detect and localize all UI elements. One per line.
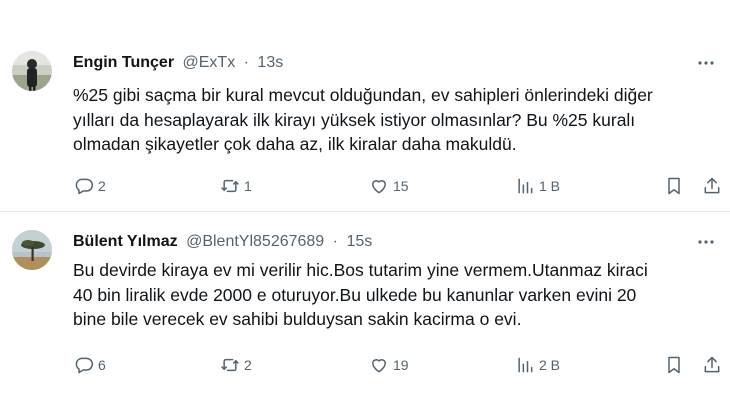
- author-handle[interactable]: @ExTx: [183, 54, 236, 71]
- tweet-text-line: Bu devirde kiraya ev mi verilir hic.Bos …: [73, 260, 648, 280]
- tweet-text-line: bine bile verecek ev sahibi bulduysan sa…: [73, 309, 522, 329]
- reply-count: 6: [98, 357, 106, 373]
- reply-icon: [75, 357, 94, 374]
- tweet-text: Bu devirde kiraya ev mi verilir hic.Bos …: [73, 258, 710, 332]
- author-name[interactable]: Engin Tunçer: [73, 54, 174, 71]
- views-icon: [518, 357, 533, 373]
- retweet-button[interactable]: 2: [220, 353, 252, 377]
- timestamp[interactable]: 15s: [346, 233, 372, 250]
- reply-icon: [75, 178, 94, 195]
- action-bar: 6 2 19 2 B: [0, 353, 730, 377]
- retweet-icon: [221, 358, 239, 372]
- retweet-count: 1: [244, 178, 252, 194]
- avatar[interactable]: [12, 230, 52, 270]
- retweet-icon: [221, 179, 239, 193]
- timestamp[interactable]: 13s: [257, 54, 283, 71]
- heart-icon: [372, 180, 386, 194]
- tweet-header: Bülent Yılmaz @BlentYl85267689 · 15s: [73, 232, 690, 252]
- tweet-header: Engin Tunçer @ExTx · 13s: [73, 53, 690, 73]
- avatar[interactable]: [12, 51, 52, 91]
- reply-count: 2: [98, 178, 106, 194]
- tweet[interactable]: Engin Tunçer @ExTx · 13s %25 gibi saçma …: [0, 0, 730, 212]
- separator: ·: [243, 54, 249, 71]
- tweet-text-line: 40 bin liralik evde 2000 e oturuyor.Bu u…: [73, 284, 637, 305]
- like-button[interactable]: 19: [369, 353, 409, 377]
- heart-icon: [372, 359, 386, 373]
- share-icon: [704, 177, 720, 194]
- more-icon[interactable]: [696, 232, 716, 252]
- share-button[interactable]: [702, 353, 722, 377]
- bookmark-button[interactable]: [664, 174, 684, 198]
- reply-button[interactable]: 6: [74, 353, 106, 377]
- bookmark-icon: [668, 177, 680, 195]
- like-button[interactable]: 15: [369, 174, 409, 198]
- reply-button[interactable]: 2: [74, 174, 106, 198]
- tweet[interactable]: Bülent Yılmaz @BlentYl85267689 · 15s Bu …: [0, 213, 730, 420]
- tweet-text: %25 gibi saçma bir kural mevcut olduğund…: [73, 83, 710, 157]
- share-icon: [704, 356, 720, 373]
- view-count: 2 B: [539, 357, 561, 373]
- views-button[interactable]: 1 B: [515, 174, 560, 198]
- tweet-divider: [0, 211, 730, 212]
- separator: ·: [332, 233, 338, 250]
- retweet-count: 2: [244, 357, 252, 373]
- action-bar: 2 1 15 1 B: [0, 174, 730, 198]
- bookmark-icon: [668, 356, 680, 374]
- tweet-text-line: %25 gibi saçma bir kural mevcut olduğund…: [73, 85, 653, 105]
- retweet-button[interactable]: 1: [220, 174, 252, 198]
- views-button[interactable]: 2 B: [515, 353, 560, 377]
- like-count: 15: [393, 178, 409, 194]
- tweet-text-line: olmadan şikayetler çok daha az, ilk kira…: [73, 134, 517, 154]
- share-button[interactable]: [702, 174, 722, 198]
- more-icon[interactable]: [696, 53, 716, 73]
- views-icon: [518, 178, 533, 194]
- like-count: 19: [393, 357, 409, 373]
- tweet-text-line: yılları da hesaplayarak ilk kirayı yükse…: [73, 109, 636, 130]
- author-name[interactable]: Bülent Yılmaz: [73, 233, 178, 250]
- bookmark-button[interactable]: [664, 353, 684, 377]
- view-count: 1 B: [539, 178, 561, 194]
- author-handle[interactable]: @BlentYl85267689: [186, 233, 324, 250]
